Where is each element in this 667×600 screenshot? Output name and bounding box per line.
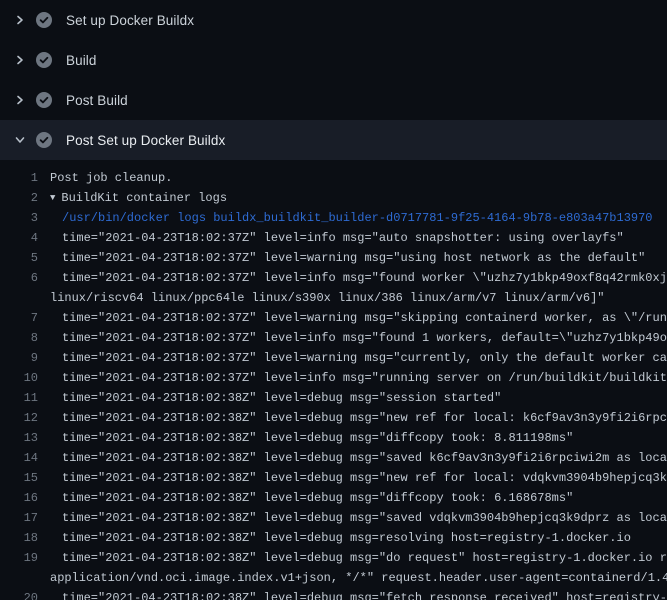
- actions-log-panel: Set up Docker Buildx Build P: [0, 0, 667, 600]
- log-line: 14 time="2021-04-23T18:02:38Z" level=deb…: [0, 448, 667, 468]
- log-line-number[interactable]: 9: [0, 348, 38, 368]
- log-line-text: time="2021-04-23T18:02:38Z" level=debug …: [38, 428, 667, 448]
- log-line: 20 time="2021-04-23T18:02:38Z" level=deb…: [0, 588, 667, 600]
- log-line: 7 time="2021-04-23T18:02:37Z" level=warn…: [0, 308, 667, 328]
- log-line: 4 time="2021-04-23T18:02:37Z" level=info…: [0, 228, 667, 248]
- log-line-text: time="2021-04-23T18:02:37Z" level=warnin…: [38, 348, 667, 368]
- log-line-number[interactable]: 10: [0, 368, 38, 388]
- log-line-text: time="2021-04-23T18:02:37Z" level=info m…: [38, 228, 667, 248]
- log-line: 5 time="2021-04-23T18:02:37Z" level=warn…: [0, 248, 667, 268]
- log-line-number[interactable]: [0, 568, 38, 588]
- log-line-number[interactable]: 7: [0, 308, 38, 328]
- chevron-icon: [10, 52, 30, 68]
- log-line: 12 time="2021-04-23T18:02:38Z" level=deb…: [0, 408, 667, 428]
- log-line-number[interactable]: 13: [0, 428, 38, 448]
- chevron-icon: [10, 92, 30, 108]
- step-title: Post Set up Docker Buildx: [66, 133, 225, 148]
- log-line: 8 time="2021-04-23T18:02:37Z" level=info…: [0, 328, 667, 348]
- log-line: 18 time="2021-04-23T18:02:38Z" level=deb…: [0, 528, 667, 548]
- log-line-number[interactable]: 5: [0, 248, 38, 268]
- step-header-set-up-docker-buildx[interactable]: Set up Docker Buildx: [0, 0, 667, 40]
- log-line-text: time="2021-04-23T18:02:38Z" level=debug …: [38, 468, 667, 488]
- log-line-text: application/vnd.oci.image.index.v1+json,…: [38, 568, 667, 588]
- log-line-text: time="2021-04-23T18:02:38Z" level=debug …: [38, 388, 667, 408]
- log-line: 9 time="2021-04-23T18:02:37Z" level=warn…: [0, 348, 667, 368]
- log-line-number[interactable]: 8: [0, 328, 38, 348]
- log-line-number[interactable]: 11: [0, 388, 38, 408]
- log-line-text: linux/riscv64 linux/ppc64le linux/s390x …: [38, 288, 667, 308]
- log-line-number[interactable]: 2: [0, 188, 38, 208]
- log-line-text: time="2021-04-23T18:02:38Z" level=debug …: [38, 408, 667, 428]
- log-line-text: time="2021-04-23T18:02:38Z" level=debug …: [38, 448, 667, 468]
- log-line: linux/riscv64 linux/ppc64le linux/s390x …: [0, 288, 667, 308]
- log-line-number[interactable]: 18: [0, 528, 38, 548]
- log-line: 1 Post job cleanup.: [0, 168, 667, 188]
- log-line-text: time="2021-04-23T18:02:38Z" level=debug …: [38, 528, 667, 548]
- log-line-text: time="2021-04-23T18:02:37Z" level=warnin…: [38, 248, 667, 268]
- log-line: 15 time="2021-04-23T18:02:38Z" level=deb…: [0, 468, 667, 488]
- log-line-text: Post job cleanup.: [38, 168, 667, 188]
- log-line-text: time="2021-04-23T18:02:38Z" level=debug …: [38, 488, 667, 508]
- log-group-label[interactable]: BuildKit container logs: [61, 191, 227, 205]
- log-line-number[interactable]: 14: [0, 448, 38, 468]
- log-line: 17 time="2021-04-23T18:02:38Z" level=deb…: [0, 508, 667, 528]
- log-line-number[interactable]: 17: [0, 508, 38, 528]
- log-line: 6 time="2021-04-23T18:02:37Z" level=info…: [0, 268, 667, 288]
- log-line-text: time="2021-04-23T18:02:37Z" level=info m…: [38, 328, 667, 348]
- log-line-text: time="2021-04-23T18:02:38Z" level=debug …: [38, 588, 667, 600]
- log-line-text: time="2021-04-23T18:02:37Z" level=info m…: [38, 368, 667, 388]
- log-line: 11 time="2021-04-23T18:02:38Z" level=deb…: [0, 388, 667, 408]
- log-line: 10 time="2021-04-23T18:02:37Z" level=inf…: [0, 368, 667, 388]
- log-line: 16 time="2021-04-23T18:02:38Z" level=deb…: [0, 488, 667, 508]
- chevron-icon: [10, 12, 30, 28]
- log-line: 2 ▼ BuildKit container logs: [0, 188, 667, 208]
- log-line-number[interactable]: 1: [0, 168, 38, 188]
- log-line-text: /usr/bin/docker logs buildx_buildkit_bui…: [38, 208, 667, 228]
- log-line-text: time="2021-04-23T18:02:37Z" level=info m…: [38, 268, 667, 288]
- log-line-text: time="2021-04-23T18:02:38Z" level=debug …: [38, 548, 667, 568]
- step-title: Post Build: [66, 93, 128, 108]
- check-circle-icon: [36, 92, 52, 108]
- steps-list: Set up Docker Buildx Build P: [0, 0, 667, 160]
- check-circle-icon: [36, 12, 52, 28]
- step-header-post-build[interactable]: Post Build: [0, 80, 667, 120]
- log-line: 19 time="2021-04-23T18:02:38Z" level=deb…: [0, 548, 667, 568]
- log-line-number[interactable]: 20: [0, 588, 38, 600]
- log-line-text: ▼ BuildKit container logs: [38, 188, 667, 208]
- log-line-number[interactable]: 3: [0, 208, 38, 228]
- log-line: 3 /usr/bin/docker logs buildx_buildkit_b…: [0, 208, 667, 228]
- step-header-post-set-up-docker-buildx[interactable]: Post Set up Docker Buildx: [0, 120, 667, 160]
- log-line: 13 time="2021-04-23T18:02:38Z" level=deb…: [0, 428, 667, 448]
- log-line-text: time="2021-04-23T18:02:38Z" level=debug …: [38, 508, 667, 528]
- log-line-number[interactable]: 4: [0, 228, 38, 248]
- check-circle-icon: [36, 132, 52, 148]
- log-line-number[interactable]: 16: [0, 488, 38, 508]
- log-line-number[interactable]: 12: [0, 408, 38, 428]
- group-caret-icon: ▼: [50, 188, 55, 208]
- check-circle-icon: [36, 52, 52, 68]
- log-line-text: time="2021-04-23T18:02:37Z" level=warnin…: [38, 308, 667, 328]
- log-line-number[interactable]: 15: [0, 468, 38, 488]
- step-title: Build: [66, 53, 97, 68]
- log-line-number[interactable]: [0, 288, 38, 308]
- step-title: Set up Docker Buildx: [66, 13, 194, 28]
- chevron-icon: [10, 132, 30, 148]
- log-line-number[interactable]: 6: [0, 268, 38, 288]
- step-log-output: 1 Post job cleanup. 2 ▼ BuildKit containe…: [0, 160, 667, 600]
- log-line: application/vnd.oci.image.index.v1+json,…: [0, 568, 667, 588]
- log-line-number[interactable]: 19: [0, 548, 38, 568]
- step-header-build[interactable]: Build: [0, 40, 667, 80]
